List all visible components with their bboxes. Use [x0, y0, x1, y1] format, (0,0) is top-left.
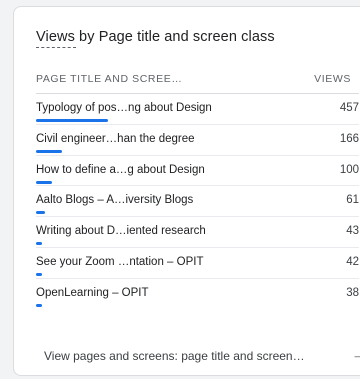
column-header-page-title: PAGE TITLE AND SCREE…: [36, 73, 183, 85]
row-label: Writing about D…iented research: [36, 225, 206, 238]
row-label: See your Zoom …ntation – OPIT: [36, 255, 204, 268]
row-label: Typology of pos…ng about Design: [36, 102, 212, 114]
row-bar-track: [36, 211, 136, 215]
row-bar-track: [36, 119, 136, 122]
row-bar: [36, 119, 108, 122]
row-value: 38: [346, 286, 359, 299]
row-value: 42: [346, 255, 359, 268]
row-value: 100: [339, 163, 359, 176]
table-row[interactable]: Typology of pos…ng about Design 457: [36, 94, 359, 125]
title-underline: [36, 47, 76, 48]
row-bar: [36, 242, 42, 246]
row-bar-track: [36, 242, 136, 246]
view-pages-and-screens-link[interactable]: View pages and screens: page title and s…: [44, 349, 305, 363]
row-label: Aalto Blogs – A…iversity Blogs: [36, 194, 194, 207]
row-label: Civil engineer…han the degree: [36, 132, 195, 145]
row-bar: [36, 272, 42, 276]
views-by-page-card: Views by Page title and screen class PAG…: [13, 6, 360, 376]
table-row[interactable]: How to define a…g about Design 100: [36, 156, 359, 187]
row-value: 457: [339, 102, 359, 114]
arrow-right-icon[interactable]: →: [352, 347, 360, 362]
row-bar-track: [36, 149, 136, 153]
row-value: 43: [346, 225, 359, 238]
card-title[interactable]: Views by Page title and screen class: [36, 29, 275, 45]
table-row[interactable]: See your Zoom …ntation – OPIT 42: [36, 248, 359, 279]
row-value: 166: [339, 132, 359, 145]
table-row[interactable]: Aalto Blogs – A…iversity Blogs 61: [36, 186, 359, 218]
column-header-views: VIEWS: [314, 73, 351, 85]
row-label: OpenLearning – OPIT: [36, 286, 149, 299]
table-row[interactable]: Writing about D…iented research 43: [36, 217, 359, 248]
table-row[interactable]: Civil engineer…han the degree 166: [36, 125, 359, 156]
row-bar: [36, 211, 45, 215]
row-label: How to define a…g about Design: [36, 163, 205, 176]
row-value: 61: [346, 194, 359, 207]
row-bar: [36, 303, 42, 307]
row-bar-track: [36, 272, 136, 276]
table-row[interactable]: OpenLearning – OPIT 38: [36, 279, 359, 310]
row-bar-track: [36, 303, 136, 307]
row-bar: [36, 180, 52, 184]
row-bar-track: [36, 180, 136, 184]
row-bar: [36, 149, 62, 153]
table-body: Typology of pos…ng about Design 457 Civi…: [36, 94, 359, 310]
